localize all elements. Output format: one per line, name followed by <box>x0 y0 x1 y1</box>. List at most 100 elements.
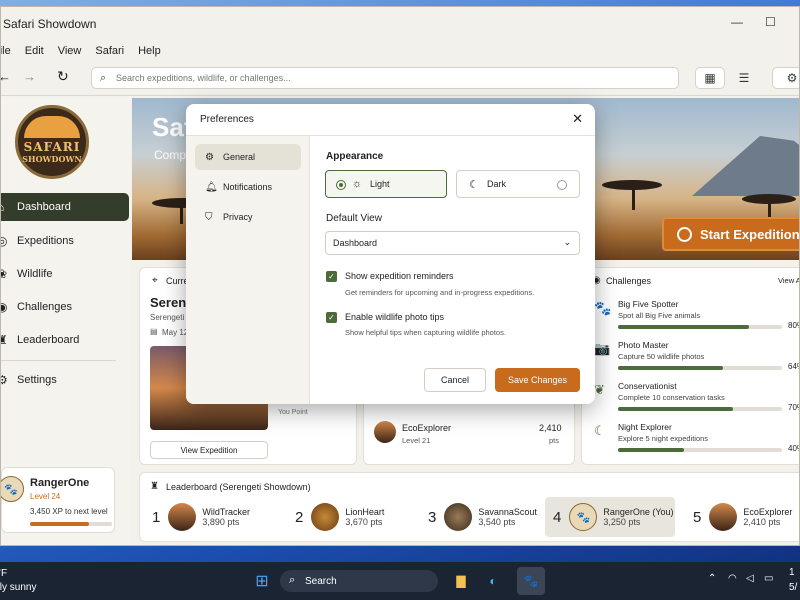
grid-icon: ▦ <box>704 71 716 85</box>
maximize-button[interactable]: ☐ <box>765 15 776 29</box>
battery-icon[interactable]: ▭ <box>764 573 773 584</box>
location-pin-icon: ⌖ <box>152 275 158 286</box>
rank-number: 4 <box>553 508 562 526</box>
challenge-name: Photo Master <box>618 340 669 350</box>
challenge-name: Conservationist <box>618 381 677 391</box>
xp-progress-bar <box>30 522 112 526</box>
refresh-icon[interactable]: ↻ <box>57 68 69 85</box>
dialog-tab-notifications[interactable]: 🔔︎ Notifications <box>195 174 301 200</box>
dialog-tab-general[interactable]: ⚙ General <box>195 144 301 170</box>
sidebar-item-expeditions[interactable]: ◎ Expeditions <box>1 227 129 255</box>
hero-subtitle: Comp <box>154 148 187 162</box>
search-input[interactable]: ⌕ Search expeditions, wildlife, or chall… <box>91 67 679 89</box>
menu-view[interactable]: View <box>58 45 82 57</box>
sidebar-item-challenges[interactable]: ◉ Challenges <box>1 293 129 321</box>
chevron-down-icon: ⌄ <box>563 237 571 247</box>
leaderboard-entry[interactable]: 5 EcoExplorer 2,410 pts <box>693 497 799 537</box>
sidebar-item-leaderboard[interactable]: ♜ Leaderboard <box>1 326 129 354</box>
menu-file[interactable]: File <box>1 45 11 57</box>
back-arrow-icon[interactable]: ← <box>1 69 11 84</box>
menu-edit[interactable]: Edit <box>25 45 44 57</box>
wifi-icon[interactable]: ◠ <box>728 573 737 584</box>
weather-text: tly sunny <box>0 582 37 593</box>
leader-points-unit: pts <box>549 436 560 445</box>
title-bar: Safari Showdown — ☐ <box>1 7 799 40</box>
avatar <box>374 421 396 443</box>
photo-tips-description: Show helpful tips when capturing wildlif… <box>345 328 506 337</box>
challenge-desc: Explore 5 night expeditions <box>618 434 709 443</box>
photo-tips-checkbox[interactable]: ✓ <box>326 312 337 323</box>
close-icon[interactable]: ✕ <box>572 111 583 127</box>
leaderboard-entry[interactable]: 3 SavannaScout 3,540 pts <box>428 497 554 537</box>
clock-date[interactable]: 5/ <box>789 582 797 593</box>
moon-icon: ☾ <box>594 423 606 438</box>
leaderboard-entry[interactable]: 2 LionHeart 3,670 pts <box>295 497 421 537</box>
sidebar-item-dashboard[interactable]: ⌂ Dashboard <box>1 193 129 221</box>
avatar: 🐾 <box>569 503 598 531</box>
toolbar: ← → ↻ ⌕ Search expeditions, wildlife, or… <box>1 62 799 96</box>
file-explorer-icon[interactable]: ▇ <box>450 570 472 592</box>
avatar: 🐾 <box>1 476 24 502</box>
user-card[interactable]: 🐾 RangerOne Level 24 3,450 XP to next le… <box>1 467 115 533</box>
compass-icon: ◎ <box>1 234 7 248</box>
view-all-link[interactable]: View A <box>778 276 799 285</box>
leader-points: 2,410 <box>539 423 562 433</box>
save-changes-button[interactable]: Save Changes <box>495 368 580 392</box>
menu-help[interactable]: Help <box>138 45 161 57</box>
bell-icon: 🔔︎ <box>205 181 218 193</box>
points-label: You Point <box>278 409 308 416</box>
user-name: RangerOne <box>30 477 90 489</box>
paw-icon: ❀ <box>1 267 7 281</box>
taskbar-search[interactable]: ⌕ Search <box>280 570 438 592</box>
dialog-tab-privacy[interactable]: ⛉ Privacy <box>195 204 301 230</box>
forward-arrow-icon[interactable]: → <box>23 69 36 84</box>
challenge-row[interactable]: 🐾 Big Five Spotter Spot all Big Five ani… <box>582 296 799 332</box>
avatar <box>311 503 340 531</box>
leader-name: RangerOne (You) <box>603 507 674 517</box>
challenge-row[interactable]: ❦ Conservationist Complete 10 conservati… <box>582 378 799 414</box>
challenge-row[interactable]: ☾ Night Explorer Explore 5 night expedit… <box>582 419 799 455</box>
start-expedition-button[interactable]: Start Expedition <box>662 217 799 251</box>
sidebar-item-wildlife[interactable]: ❀ Wildlife <box>1 260 129 288</box>
view-expedition-button[interactable]: View Expedition <box>150 441 268 459</box>
minimize-button[interactable]: — <box>731 15 743 29</box>
leaderboard-entry-current-user[interactable]: 4 🐾 RangerOne (You) 3,250 pts <box>545 497 675 537</box>
cancel-button[interactable]: Cancel <box>424 368 486 392</box>
cancel-label: Cancel <box>440 375 469 385</box>
grid-view-button[interactable]: ▦ <box>695 67 725 89</box>
leader-points: 3,670 pts <box>345 517 383 527</box>
list-view-button[interactable]: ☰ <box>727 67 761 89</box>
calendar-icon: ▤ <box>150 327 158 336</box>
menu-safari[interactable]: Safari <box>95 45 124 57</box>
reminders-checkbox[interactable]: ✓ <box>326 271 337 282</box>
challenge-percent: 64% <box>788 362 799 371</box>
taskbar-search-label: Search <box>305 575 337 587</box>
challenge-desc: Spot all Big Five animals <box>618 311 701 320</box>
acacia-trunk <box>180 204 183 224</box>
challenge-progress <box>618 325 782 329</box>
sidebar-item-settings[interactable]: ⚙ Settings <box>1 366 129 394</box>
sidebar-divider <box>1 360 116 361</box>
safari-showdown-taskbar-icon[interactable]: 🐾 <box>517 567 545 595</box>
theme-dark-option[interactable]: ☾ Dark <box>456 170 580 198</box>
target-icon: ◉ <box>1 300 7 314</box>
safari-showdown-logo: SAFARI SHOWDOWN <box>15 105 89 179</box>
challenge-row[interactable]: 📷 Photo Master Capture 50 wildlife photo… <box>582 337 799 373</box>
clock-time[interactable]: 1 <box>789 567 795 578</box>
leader-level: Level 21 <box>402 436 431 445</box>
default-view-select[interactable]: Dashboard ⌄ <box>325 231 580 255</box>
volume-icon[interactable]: ◁ <box>746 573 754 584</box>
settings-button[interactable]: ⚙ <box>772 67 799 89</box>
start-menu-icon[interactable]: ⊞ <box>251 570 273 592</box>
leaf-icon: ❦ <box>594 382 605 397</box>
chevron-up-icon[interactable]: ⌃ <box>708 573 716 584</box>
challenge-percent: 80% <box>788 321 799 330</box>
acacia-trunk <box>632 186 635 210</box>
sidebar-item-label: Wildlife <box>17 268 53 280</box>
leaderboard-entry[interactable]: 1 WildTracker 3,890 pts <box>152 497 278 537</box>
leader-points: 2,410 pts <box>743 517 781 527</box>
challenge-percent: 40% <box>788 444 799 453</box>
edge-browser-icon[interactable]: ◐ <box>482 570 504 592</box>
theme-light-option[interactable]: ☼ Light <box>325 170 447 198</box>
xp-progress-fill <box>30 522 90 526</box>
